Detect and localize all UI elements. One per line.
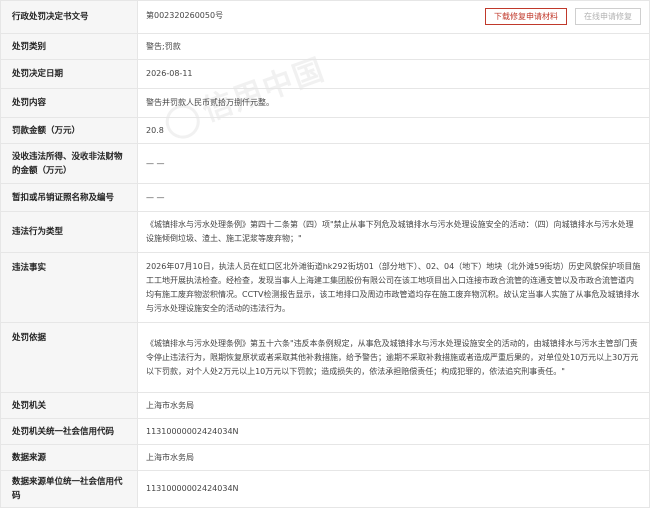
table-row: 处罚依据 《城镇排水与污水处理条例》第五十六条"违反本条例规定，从事危及城镇排水… [0, 322, 650, 393]
table-row: 违法行为类型 《城镇排水与污水处理条例》第四十二条第（四）项"禁止从事下列危及城… [0, 211, 650, 253]
row-label: 数据来源 [0, 444, 138, 471]
row-value: 《城镇排水与污水处理条例》第四十二条第（四）项"禁止从事下列危及城镇排水与污水处… [137, 211, 650, 253]
table-row: 处罚机关 上海市水务局 [0, 392, 650, 419]
row-value: 上海市水务局 [137, 444, 650, 471]
row-value: 2026-08-11 [137, 59, 650, 89]
table-row: 处罚机关统一社会信用代码 11310000002424034N [0, 418, 650, 445]
table-row: 暂扣或吊销证照名称及编号 — — [0, 183, 650, 212]
row-label: 违法行为类型 [0, 211, 138, 253]
row-value: — — [137, 183, 650, 212]
row-value: 11310000002424034N [137, 418, 650, 445]
row-value: 《城镇排水与污水处理条例》第五十六条"违反本条例规定，从事危及城镇排水与污水处理… [137, 322, 650, 393]
row-value: 2026年07月10日，执法人员在虹口区北外滩街道hk292街坊01（部分地下）… [137, 252, 650, 323]
row-label: 没收违法所得、没收非法财物的金额（万元） [0, 143, 138, 184]
row-label: 处罚决定日期 [0, 59, 138, 89]
table-row: 罚款金额（万元） 20.8 [0, 117, 650, 144]
row-value: 20.8 [137, 117, 650, 144]
row-value: 第002320260050号 下载修复申请材料 在线申请修复 [137, 0, 650, 34]
row-label: 处罚类别 [0, 33, 138, 60]
table-row: 处罚内容 警告并罚款人民币贰拾万捌仟元整。 [0, 88, 650, 118]
row-label: 处罚内容 [0, 88, 138, 118]
download-repair-materials-button[interactable]: 下载修复申请材料 [485, 8, 567, 25]
row-label: 行政处罚决定书文号 [0, 0, 138, 34]
row-label: 罚款金额（万元） [0, 117, 138, 144]
decision-number: 第002320260050号 [146, 11, 224, 20]
row-label: 处罚机关统一社会信用代码 [0, 418, 138, 445]
table-row: 行政处罚决定书文号 第002320260050号 下载修复申请材料 在线申请修复 [0, 0, 650, 34]
row-value: — — [137, 143, 650, 184]
table-row: 违法事实 2026年07月10日，执法人员在虹口区北外滩街道hk292街坊01（… [0, 252, 650, 323]
penalty-detail-table: 行政处罚决定书文号 第002320260050号 下载修复申请材料 在线申请修复… [0, 0, 650, 508]
row-label: 处罚机关 [0, 392, 138, 419]
table-row: 处罚决定日期 2026-08-11 [0, 59, 650, 89]
table-row: 没收违法所得、没收非法财物的金额（万元） — — [0, 143, 650, 184]
row-value: 警告;罚款 [137, 33, 650, 60]
row-label: 处罚依据 [0, 322, 138, 393]
row-value: 上海市水务局 [137, 392, 650, 419]
table-row: 数据来源 上海市水务局 [0, 444, 650, 471]
table-row: 处罚类别 警告;罚款 [0, 33, 650, 60]
online-repair-application-button[interactable]: 在线申请修复 [575, 8, 641, 25]
row-label: 暂扣或吊销证照名称及编号 [0, 183, 138, 212]
row-value: 警告并罚款人民币贰拾万捌仟元整。 [137, 88, 650, 118]
row-label: 违法事实 [0, 252, 138, 323]
